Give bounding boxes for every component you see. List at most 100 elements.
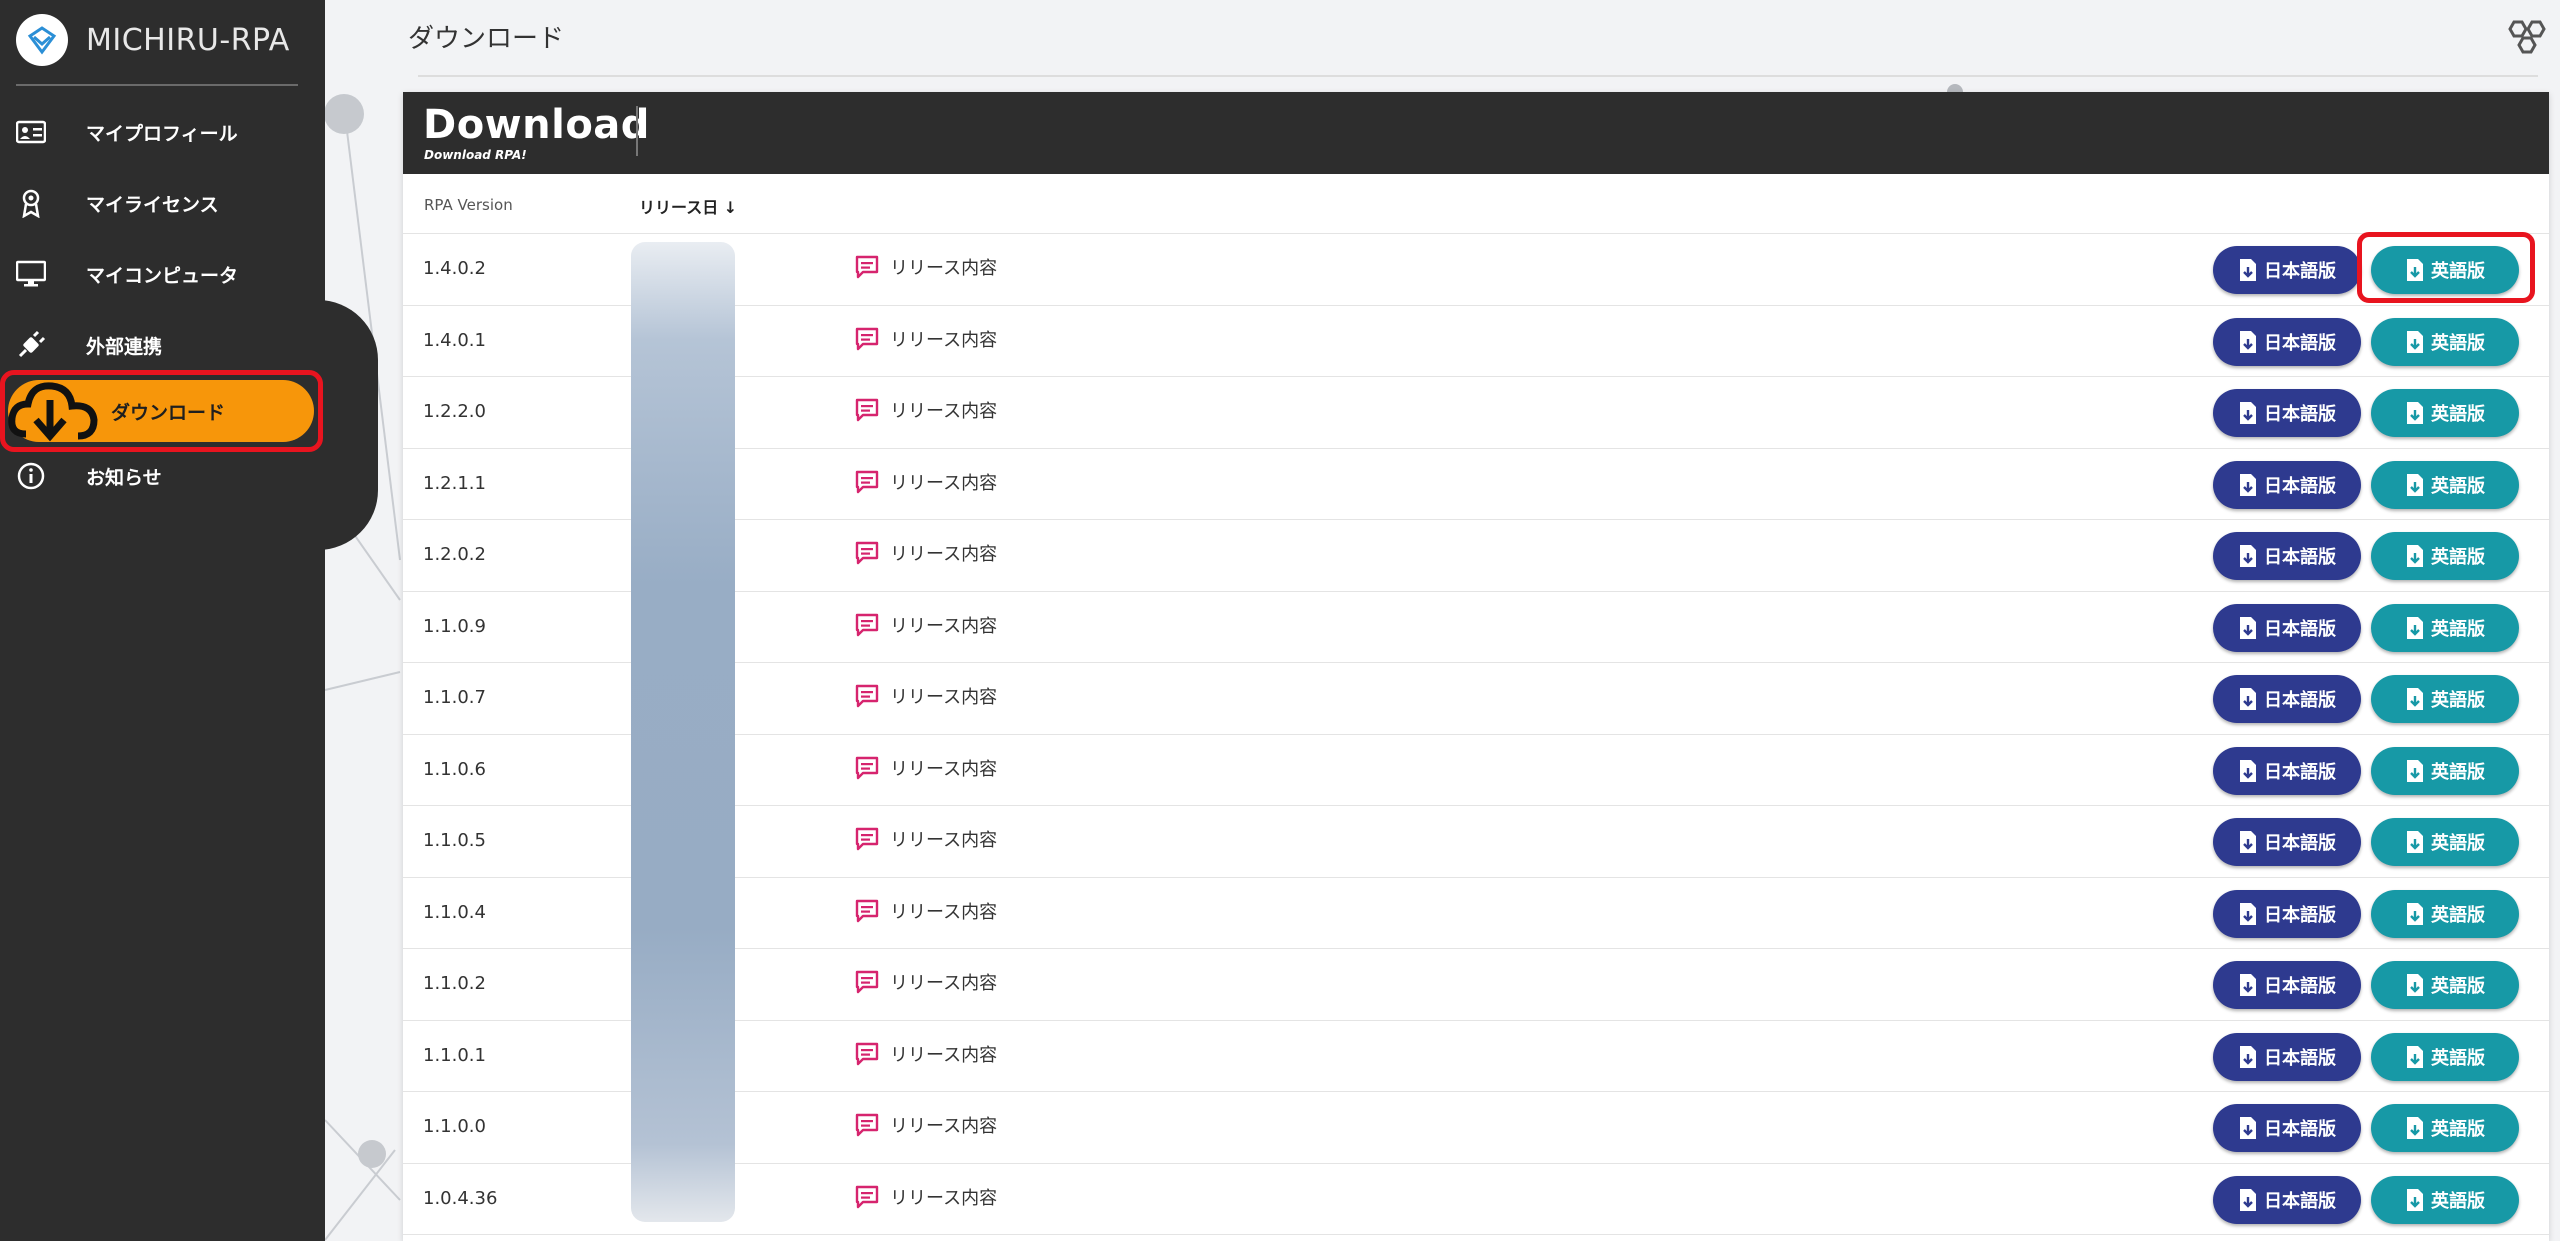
- release-notes-link[interactable]: リリース内容: [854, 1041, 997, 1067]
- release-notes-link[interactable]: リリース内容: [854, 683, 997, 709]
- download-english-button[interactable]: 英語版: [2371, 1175, 2519, 1224]
- download-english-button[interactable]: 英語版: [2371, 603, 2519, 652]
- file-download-icon: [2407, 1117, 2423, 1139]
- download-japanese-button[interactable]: 日本語版: [2213, 1104, 2361, 1152]
- file-download-icon: [2240, 330, 2256, 353]
- release-notes-label: リリース内容: [890, 329, 998, 351]
- version-cell: 1.1.0.4: [423, 901, 486, 923]
- release-notes-label: リリース内容: [890, 1044, 998, 1066]
- brand-logo-icon: [16, 14, 68, 66]
- column-header-release-date[interactable]: リリース日 ↓: [639, 194, 737, 218]
- download-english-button[interactable]: 英語版: [2371, 389, 2519, 437]
- release-notes-link[interactable]: リリース内容: [854, 326, 997, 352]
- sidebar-item-label: ダウンロード: [111, 401, 226, 424]
- sort-arrow-down-icon: ↓: [723, 198, 738, 217]
- download-english-button[interactable]: 英語版: [2371, 1032, 2519, 1081]
- download-english-button[interactable]: 英語版: [2371, 675, 2519, 723]
- release-notes-link[interactable]: リリース内容: [854, 540, 997, 566]
- download-english-button[interactable]: 英語版: [2371, 889, 2519, 938]
- card-header-divider: [636, 106, 638, 156]
- profile-card-icon: [15, 116, 47, 148]
- hexagon-settings-icon[interactable]: [2502, 18, 2548, 64]
- download-japanese-button[interactable]: 日本語版: [2213, 389, 2361, 437]
- download-english-button[interactable]: 英語版: [2371, 746, 2519, 795]
- download-english-button[interactable]: 英語版: [2371, 1104, 2519, 1152]
- download-japanese-button[interactable]: 日本語版: [2213, 818, 2361, 866]
- sidebar-item-label: マイライセンス: [86, 193, 219, 216]
- download-japanese-button[interactable]: 日本語版: [2213, 317, 2361, 366]
- sidebar-item-news[interactable]: お知らせ: [0, 448, 325, 504]
- file-download-icon: [2240, 688, 2256, 710]
- brand[interactable]: MICHIRU-RPA: [16, 14, 290, 66]
- download-japanese-button[interactable]: 日本語版: [2213, 961, 2361, 1009]
- table-header: RPA Version リリース日 ↓: [403, 174, 2549, 234]
- release-notes-link[interactable]: リリース内容: [854, 397, 997, 423]
- file-download-icon: [2240, 902, 2256, 925]
- download-english-button[interactable]: 英語版: [2371, 460, 2519, 509]
- japanese-button-label: 日本語版: [2264, 761, 2336, 783]
- english-button-label: 英語版: [2431, 904, 2485, 926]
- sidebar-curve-decoration: [318, 300, 378, 550]
- file-download-icon: [2407, 902, 2423, 925]
- sidebar-item-my-license[interactable]: マイライセンス: [0, 175, 325, 231]
- column-header-version[interactable]: RPA Version: [424, 196, 513, 214]
- download-japanese-button[interactable]: 日本語版: [2213, 603, 2361, 652]
- release-notes-link[interactable]: リリース内容: [854, 1184, 997, 1210]
- english-button-label: 英語版: [2431, 761, 2485, 783]
- japanese-button-label: 日本語版: [2264, 332, 2336, 354]
- download-japanese-button[interactable]: 日本語版: [2213, 246, 2361, 294]
- english-button-label: 英語版: [2431, 332, 2485, 354]
- release-notes-link[interactable]: リリース内容: [854, 826, 997, 852]
- file-download-icon: [2240, 545, 2256, 567]
- file-download-icon: [2407, 688, 2423, 710]
- download-english-button[interactable]: 英語版: [2371, 532, 2519, 580]
- download-japanese-button[interactable]: 日本語版: [2213, 889, 2361, 938]
- download-english-button[interactable]: 英語版: [2371, 818, 2519, 866]
- sidebar-item-my-profile[interactable]: マイプロフィール: [0, 104, 325, 160]
- comment-icon: [855, 541, 879, 565]
- english-button-label: 英語版: [2431, 475, 2485, 497]
- comment-icon: [855, 970, 879, 994]
- release-notes-link[interactable]: リリース内容: [854, 755, 997, 781]
- file-download-icon: [2240, 974, 2256, 996]
- version-cell: 1.2.0.2: [423, 544, 486, 565]
- page-title: ダウンロード: [408, 24, 565, 54]
- download-english-button[interactable]: 英語版: [2371, 317, 2519, 366]
- release-notes-link[interactable]: リリース内容: [854, 254, 997, 280]
- sidebar-item-my-computer[interactable]: マイコンピュータ: [0, 246, 325, 302]
- release-notes-link[interactable]: リリース内容: [854, 612, 997, 638]
- comment-icon: [855, 1113, 879, 1137]
- version-cell: 1.1.0.5: [423, 830, 486, 851]
- download-japanese-button[interactable]: 日本語版: [2213, 532, 2361, 580]
- comment-icon: [855, 470, 879, 493]
- release-notes-link[interactable]: リリース内容: [854, 1112, 997, 1138]
- file-download-icon: [2407, 545, 2423, 567]
- file-download-icon: [2240, 1045, 2256, 1068]
- comment-icon: [855, 255, 879, 279]
- release-notes-link[interactable]: リリース内容: [854, 469, 997, 495]
- release-notes-link[interactable]: リリース内容: [854, 969, 997, 995]
- download-japanese-button[interactable]: 日本語版: [2213, 746, 2361, 795]
- download-japanese-button[interactable]: 日本語版: [2213, 1175, 2361, 1224]
- release-notes-label: リリース内容: [890, 830, 998, 851]
- sidebar-item-download[interactable]: ダウンロード: [8, 380, 314, 442]
- file-download-icon: [2407, 473, 2423, 496]
- comment-icon: [855, 327, 879, 350]
- download-japanese-button[interactable]: 日本語版: [2213, 460, 2361, 509]
- header-divider: [418, 75, 2538, 77]
- release-notes-label: リリース内容: [890, 1187, 998, 1209]
- release-notes-label: リリース内容: [890, 901, 998, 923]
- sidebar-item-integrations[interactable]: 外部連携: [0, 317, 325, 373]
- file-download-icon: [2240, 259, 2256, 281]
- comment-icon: [855, 1185, 879, 1208]
- file-download-icon: [2240, 473, 2256, 496]
- release-notes-link[interactable]: リリース内容: [854, 898, 997, 924]
- plug-icon: [15, 329, 47, 361]
- release-notes-label: リリース内容: [890, 973, 998, 994]
- download-english-button[interactable]: 英語版: [2371, 961, 2519, 1009]
- download-japanese-button[interactable]: 日本語版: [2213, 675, 2361, 723]
- download-japanese-button[interactable]: 日本語版: [2213, 1032, 2361, 1081]
- english-button-label: 英語版: [2431, 618, 2485, 640]
- file-download-icon: [2407, 1188, 2423, 1211]
- file-download-icon: [2407, 759, 2423, 782]
